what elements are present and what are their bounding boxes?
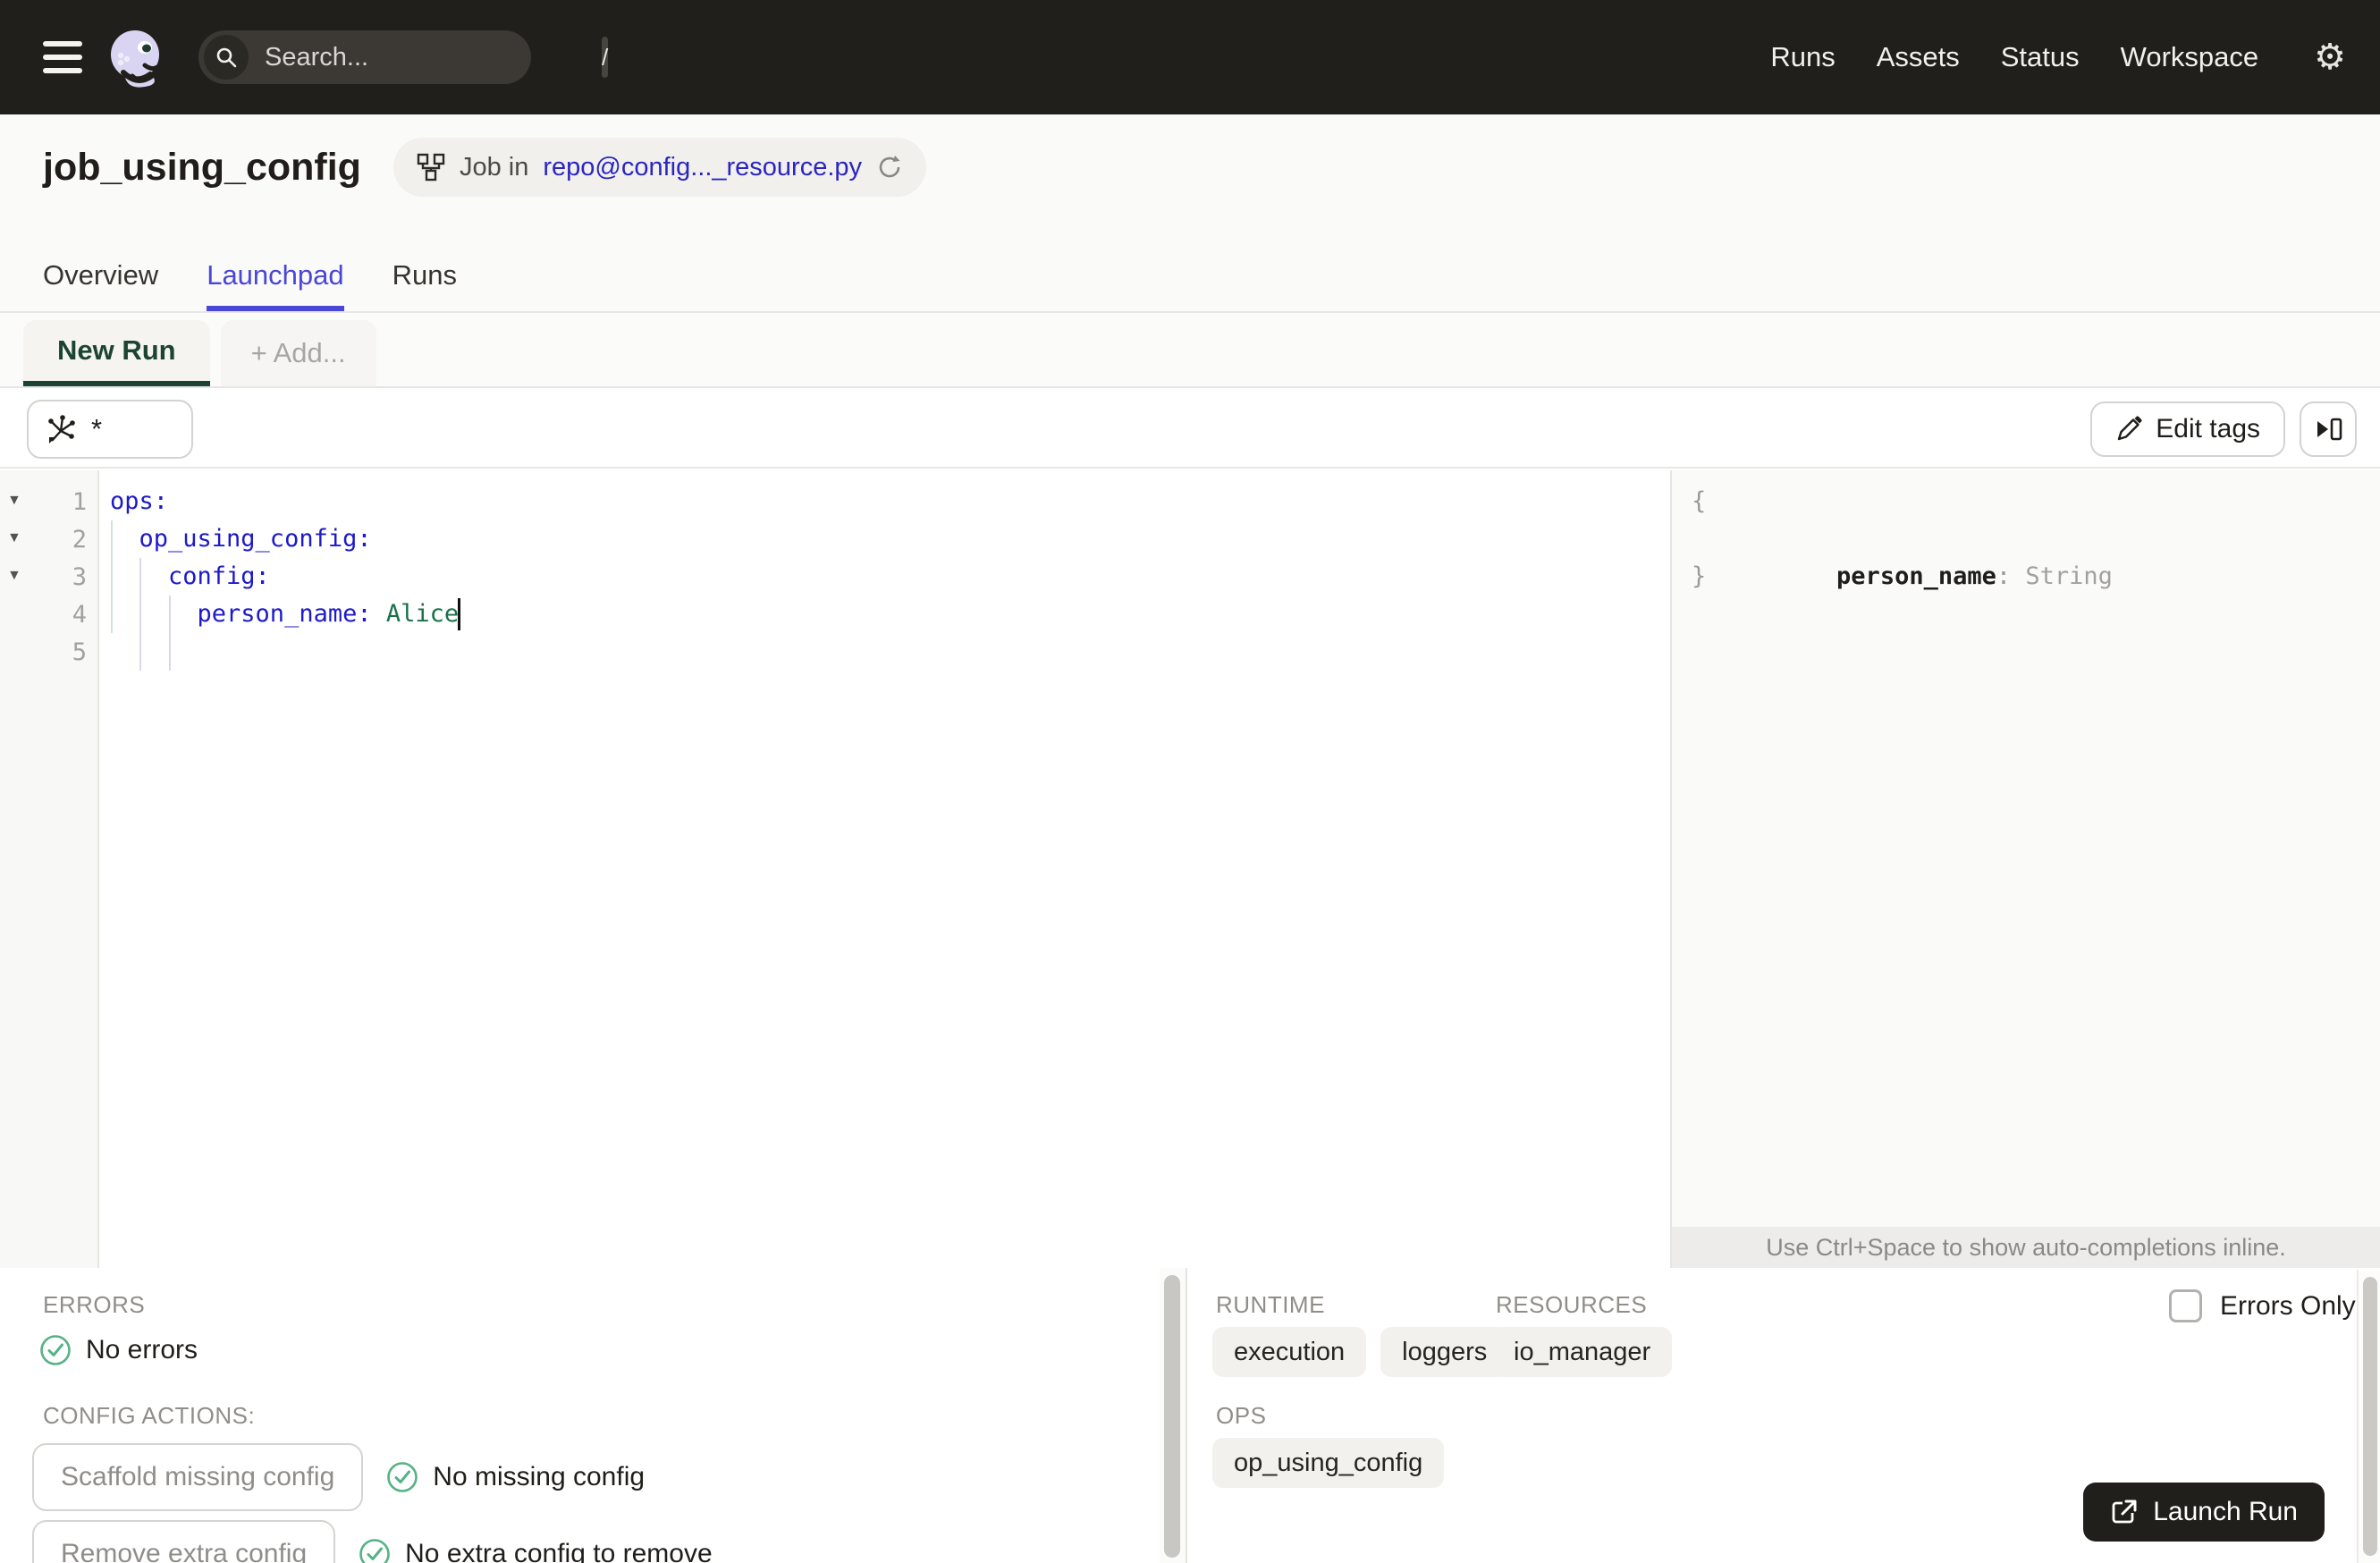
scaffold-missing-config-button[interactable]: Scaffold missing config	[32, 1443, 364, 1511]
resources-chip-io-manager[interactable]: io_manager	[1492, 1327, 1673, 1377]
edit-tags-label: Edit tags	[2156, 414, 2260, 444]
nav-links: Runs Assets Status Workspace ⚙	[1770, 39, 2346, 75]
line-number: 1	[72, 488, 87, 516]
editor-split: ▼ 1 ▼ 2 ▼ 3 4 5 ops: op_using_config: co…	[0, 470, 2380, 1268]
settings-gear-icon[interactable]: ⚙	[2314, 39, 2346, 75]
yaml-value: Alice	[371, 600, 460, 628]
job-origin-badge: Job in repo@config..._resource.py	[392, 138, 927, 197]
sections-pane: RUNTIME execution loggers RESOURCES io_m…	[1187, 1268, 2380, 1563]
fold-arrow-icon[interactable]: ▼	[7, 494, 21, 508]
add-config-tab-button[interactable]: + Add...	[220, 320, 376, 386]
line-number: 2	[72, 526, 87, 553]
schema-colon: :	[1996, 562, 2012, 590]
config-editor[interactable]: ops: op_using_config: config: person_nam…	[99, 470, 1670, 1268]
schema-field-name: person_name	[1836, 562, 1996, 590]
search-icon	[204, 35, 249, 80]
nav-link-assets[interactable]: Assets	[1877, 41, 1960, 73]
top-nav: / Runs Assets Status Workspace ⚙	[0, 0, 2380, 114]
reload-icon[interactable]	[876, 154, 903, 181]
check-circle-icon	[359, 1539, 390, 1563]
launch-run-button[interactable]: Launch Run	[2083, 1483, 2325, 1542]
op-selector-input[interactable]: *	[27, 400, 193, 459]
toggle-second-pane-button[interactable]	[2300, 401, 2357, 457]
line-number: 4	[72, 601, 87, 629]
editor-gutter: ▼ 1 ▼ 2 ▼ 3 4 5	[0, 470, 99, 1268]
errors-only-label: Errors Only	[2220, 1290, 2356, 1321]
check-circle-icon	[387, 1462, 418, 1492]
search-box[interactable]: /	[198, 30, 609, 84]
fold-arrow-icon[interactable]: ▼	[7, 569, 21, 583]
schema-brace: {	[1692, 487, 1707, 515]
errors-section-label: ERRORS	[43, 1291, 146, 1318]
runtime-chip-execution[interactable]: execution	[1212, 1327, 1367, 1377]
launch-icon	[2112, 1500, 2137, 1524]
play-pane-icon	[2317, 418, 2342, 441]
search-input[interactable]	[265, 42, 602, 72]
edit-tags-button[interactable]: Edit tags	[2090, 401, 2285, 457]
nav-link-runs[interactable]: Runs	[1770, 41, 1835, 73]
remove-extra-config-button[interactable]: Remove extra config	[32, 1520, 336, 1563]
no-errors-status: No errors	[86, 1335, 198, 1364]
autocomplete-hint: Use Ctrl+Space to show auto-completions …	[1672, 1227, 2380, 1268]
config-actions-label: CONFIG ACTIONS:	[43, 1402, 256, 1429]
no-missing-config-status: No missing config	[433, 1462, 646, 1491]
line-number: 5	[72, 638, 87, 666]
schema-field-type: String	[2011, 562, 2113, 590]
yaml-line: op_using_config:	[110, 525, 372, 553]
schema-brace: }	[1692, 562, 1707, 590]
yaml-line: config:	[110, 562, 270, 590]
nav-link-status[interactable]: Status	[2001, 41, 2080, 73]
errors-pane-scrollbar[interactable]	[1160, 1268, 1186, 1563]
ops-label: OPS	[1216, 1402, 1267, 1429]
resources-label: RESOURCES	[1496, 1291, 1648, 1318]
nav-link-workspace[interactable]: Workspace	[2121, 41, 2259, 73]
ops-chip-op-using-config[interactable]: op_using_config	[1212, 1438, 1445, 1488]
config-schema-panel: { person_name: String } Use Ctrl+Space t…	[1670, 470, 2380, 1268]
bottom-panel: ERRORS No errors CONFIG ACTIONS: Scaffol…	[0, 1268, 2380, 1563]
page-header: job_using_config Job in repo@config..._r…	[0, 114, 2380, 313]
tab-runs[interactable]: Runs	[392, 259, 457, 311]
runtime-label: RUNTIME	[1216, 1291, 1325, 1318]
menu-icon[interactable]	[43, 41, 82, 73]
pencil-icon	[2118, 416, 2142, 441]
yaml-line: ops:	[110, 487, 169, 515]
page-title: job_using_config	[43, 145, 361, 189]
slash-shortcut-key: /	[602, 37, 609, 78]
runtime-chip-loggers[interactable]: loggers	[1380, 1327, 1509, 1377]
dagster-logo-icon[interactable]	[105, 26, 165, 89]
job-graph-icon	[417, 153, 445, 182]
op-selector-value: *	[91, 413, 103, 444]
launchpad-toolbar: * Edit tags	[0, 390, 2380, 469]
no-extra-config-status: No extra config to remove	[405, 1539, 713, 1563]
job-repo-link[interactable]: repo@config..._resource.py	[543, 153, 862, 182]
tab-launchpad[interactable]: Launchpad	[207, 259, 344, 311]
text-cursor	[458, 598, 460, 630]
page-tabs: Overview Launchpad Runs	[43, 259, 457, 311]
config-tab-new-run[interactable]: New Run	[23, 320, 210, 386]
errors-only-checkbox[interactable]	[2169, 1289, 2202, 1322]
sections-pane-scrollbar[interactable]	[2357, 1270, 2380, 1563]
line-number: 3	[72, 563, 87, 591]
launchpad-page: / Runs Assets Status Workspace ⚙ job_usi…	[0, 0, 2380, 1563]
fold-arrow-icon[interactable]: ▼	[7, 531, 21, 545]
op-graph-icon	[48, 415, 75, 444]
job-badge-prefix: Job in	[459, 152, 529, 182]
errors-pane: ERRORS No errors CONFIG ACTIONS: Scaffol…	[0, 1268, 1160, 1563]
config-tab-strip: New Run + Add...	[0, 313, 2380, 388]
yaml-key: person_name:	[110, 600, 372, 628]
tab-overview[interactable]: Overview	[43, 259, 158, 311]
check-circle-icon	[40, 1335, 71, 1365]
launch-run-label: Launch Run	[2153, 1497, 2298, 1526]
